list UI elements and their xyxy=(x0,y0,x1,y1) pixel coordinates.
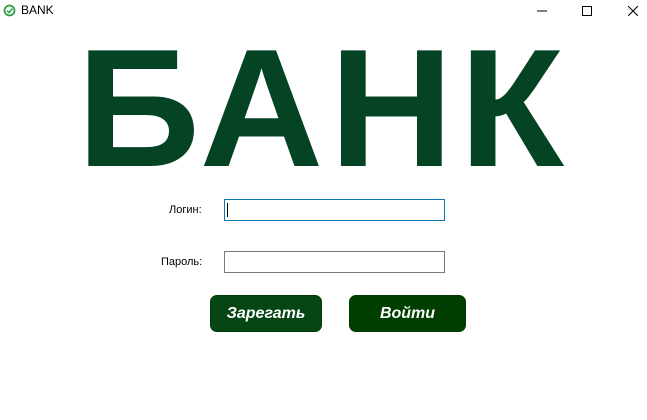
login-input[interactable] xyxy=(224,199,445,221)
login-button[interactable]: Войти xyxy=(349,295,466,332)
bank-heading: БАНК xyxy=(76,14,571,202)
login-label: Логин: xyxy=(169,204,202,216)
password-input[interactable] xyxy=(224,251,445,273)
register-button[interactable]: Зарегать xyxy=(210,295,322,332)
text-caret xyxy=(227,203,228,217)
app-window: BANK БАНК Логин: Пароль: Зарегать Войти xyxy=(0,0,647,420)
password-label: Пароль: xyxy=(161,256,203,268)
